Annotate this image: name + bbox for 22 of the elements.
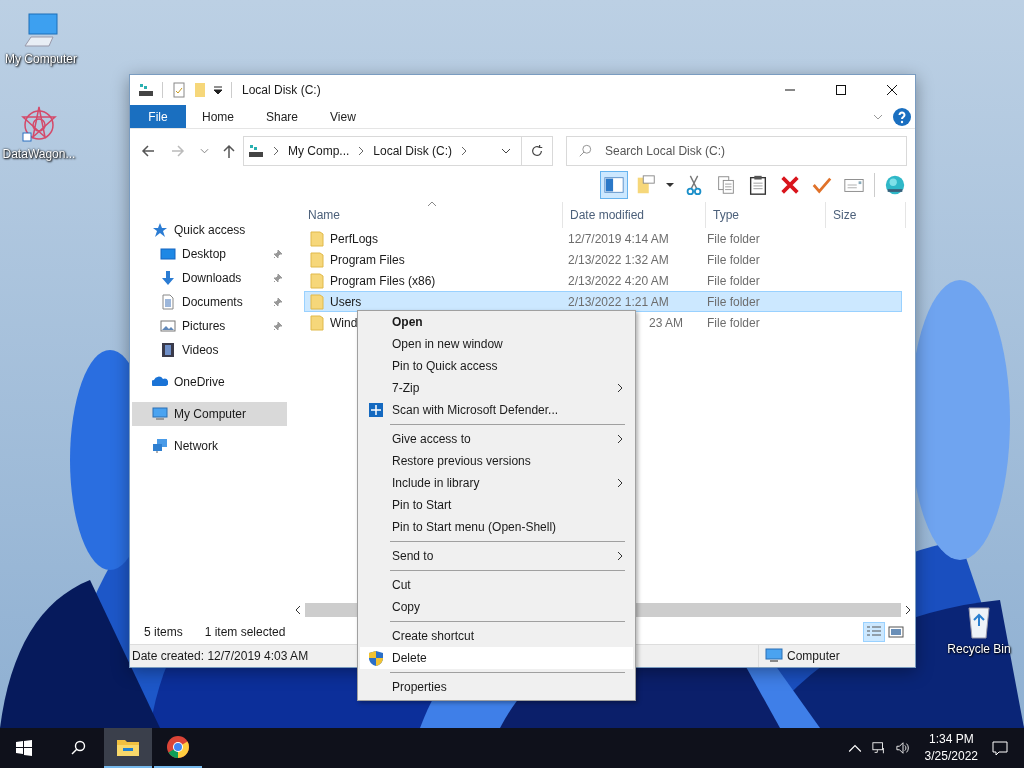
location-text: Computer (787, 649, 840, 663)
date-cell: 2/13/2022 4:20 AM (568, 273, 669, 288)
date-cell: 23 AM (648, 315, 683, 330)
file-name: Program Files (330, 252, 405, 267)
item-count: 5 items (144, 625, 183, 639)
type-cell: File folder (707, 315, 760, 330)
date-cell: 2/13/2022 1:32 AM (568, 252, 669, 267)
clock-date: 3/25/2022 (924, 748, 978, 765)
window-title: Local Disk (C:) (242, 83, 321, 97)
date-cell: 2/13/2022 1:21 AM (568, 294, 669, 309)
type-cell: File folder (707, 252, 760, 267)
type-cell: File folder (707, 231, 760, 246)
date-created-text: Date created: 12/7/2019 4:03 AM (132, 649, 309, 663)
file-name: PerfLogs (330, 231, 379, 246)
file-name: Users (330, 294, 362, 309)
file-name: Program Files (x86) (330, 273, 436, 288)
type-cell: File folder (707, 273, 760, 288)
selection-count: 1 item selected (204, 625, 286, 639)
date-cell: 12/7/2019 4:14 AM (568, 231, 669, 246)
type-cell: File folder (707, 294, 760, 309)
clock-time: 1:34 PM (928, 731, 974, 748)
file-name: Wind (330, 315, 358, 330)
